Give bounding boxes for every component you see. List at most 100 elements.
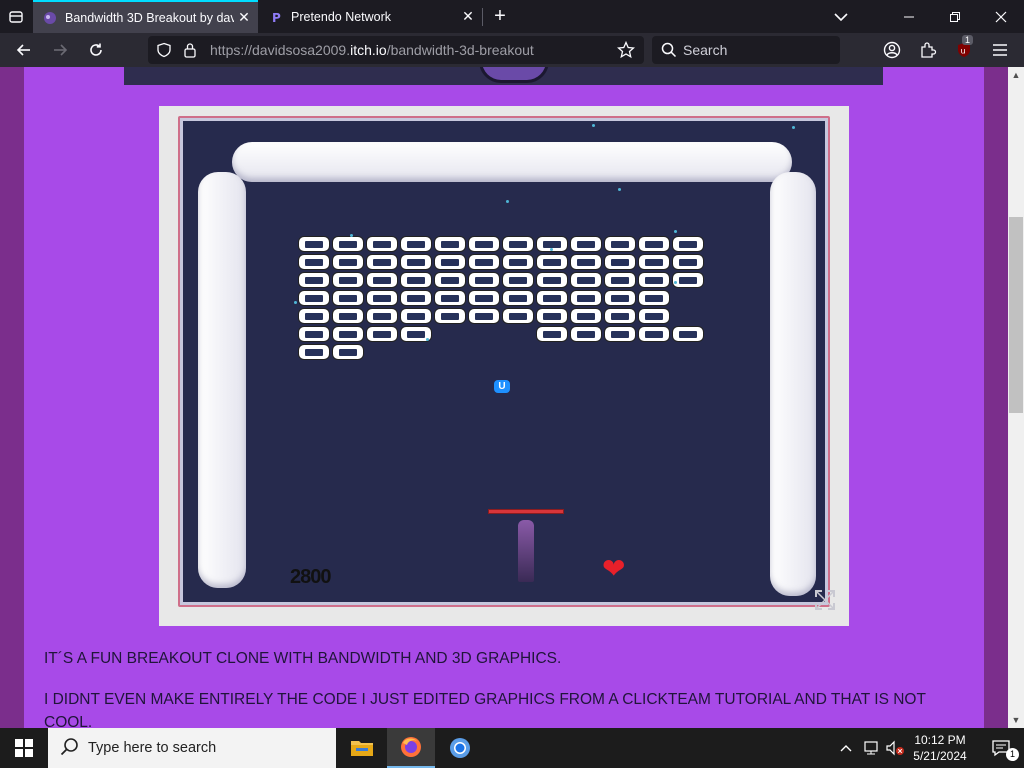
arrow-right-icon bbox=[54, 44, 68, 56]
brick bbox=[400, 308, 432, 324]
network-icon bbox=[864, 741, 878, 755]
brick bbox=[434, 290, 466, 306]
svg-text:u: u bbox=[961, 47, 966, 56]
brick bbox=[366, 236, 398, 252]
back-button[interactable] bbox=[10, 37, 38, 63]
brick bbox=[570, 254, 602, 270]
brick bbox=[468, 254, 500, 270]
brick bbox=[332, 290, 364, 306]
url-path: /bandwidth-3d-breakout bbox=[386, 42, 534, 58]
hamburger-menu-icon bbox=[993, 44, 1007, 56]
brick bbox=[298, 326, 330, 342]
brick bbox=[570, 308, 602, 324]
expand-icon bbox=[815, 590, 835, 610]
ublock-extension-button[interactable]: u 1 bbox=[950, 35, 978, 63]
brick bbox=[536, 308, 568, 324]
reload-icon bbox=[90, 43, 102, 56]
show-hidden-icons-button[interactable] bbox=[836, 728, 856, 768]
tab-list-icon bbox=[9, 11, 23, 23]
bookmark-star-icon[interactable] bbox=[617, 41, 635, 59]
description-line-2: I DIDNT EVEN MAKE ENTIRELY THE CODE I JU… bbox=[44, 691, 926, 728]
brick bbox=[638, 308, 670, 324]
app-menu-button[interactable] bbox=[986, 37, 1014, 63]
tab-pretendo-network[interactable]: P Pretendo Network ✕ bbox=[259, 0, 482, 33]
brick bbox=[672, 326, 704, 342]
shield-icon[interactable] bbox=[156, 42, 172, 58]
brick bbox=[434, 254, 466, 270]
reload-button[interactable] bbox=[82, 37, 110, 63]
lock-icon[interactable] bbox=[183, 42, 197, 58]
page-scrollbar[interactable]: ▲ ▼ bbox=[1008, 67, 1024, 728]
windows-taskbar: Type here to search 10:12 PM 5/21/2024 1 bbox=[0, 728, 1024, 768]
close-window-button[interactable] bbox=[978, 0, 1024, 33]
network-status-button[interactable] bbox=[860, 728, 882, 768]
brick bbox=[672, 236, 704, 252]
svg-text:P: P bbox=[272, 11, 281, 25]
brick bbox=[536, 254, 568, 270]
fullscreen-button[interactable] bbox=[810, 588, 840, 618]
brick bbox=[298, 308, 330, 324]
brick bbox=[638, 272, 670, 288]
game-embed-frame[interactable]: U ❤ 2800 bbox=[159, 106, 849, 626]
web-search-bar[interactable]: Search bbox=[652, 36, 840, 64]
url-domain: itch.io bbox=[350, 42, 387, 58]
account-button[interactable] bbox=[878, 37, 906, 63]
brick bbox=[400, 272, 432, 288]
file-explorer-button[interactable] bbox=[338, 728, 386, 768]
tab-title: Bandwidth 3D Breakout by david bbox=[65, 10, 234, 25]
star bbox=[426, 338, 429, 341]
brick bbox=[672, 254, 704, 270]
forward-button[interactable] bbox=[46, 37, 74, 63]
brick bbox=[604, 254, 636, 270]
brick bbox=[604, 272, 636, 288]
tab-overflow-button[interactable] bbox=[818, 0, 864, 33]
game-canvas[interactable]: U ❤ 2800 bbox=[178, 116, 830, 607]
url-text[interactable]: https://davidsosa2009.itch.io/bandwidth-… bbox=[210, 42, 534, 58]
new-tab-button[interactable]: + bbox=[489, 5, 511, 27]
brick bbox=[502, 236, 534, 252]
minimize-icon bbox=[904, 16, 914, 17]
star bbox=[792, 126, 795, 129]
chrome-taskbar-button[interactable] bbox=[436, 728, 484, 768]
pretendo-favicon-icon: P bbox=[272, 11, 281, 25]
web-page: U ❤ 2800 IT´S A FUN BREAKOUT CLONE WITH … bbox=[0, 67, 1008, 728]
extensions-button[interactable] bbox=[914, 37, 942, 63]
scroll-down-arrow-icon[interactable]: ▼ bbox=[1008, 712, 1024, 728]
brick bbox=[536, 326, 568, 342]
brick bbox=[468, 236, 500, 252]
brick bbox=[570, 290, 602, 306]
brick bbox=[672, 272, 704, 288]
restore-button[interactable] bbox=[932, 0, 978, 33]
brick bbox=[468, 272, 500, 288]
itch-favicon-icon bbox=[44, 11, 56, 24]
banner-character-art bbox=[479, 67, 549, 83]
tab-bandwidth-breakout[interactable]: Bandwidth 3D Breakout by david ✕ bbox=[33, 0, 258, 33]
address-bar[interactable]: https://davidsosa2009.itch.io/bandwidth-… bbox=[148, 36, 644, 64]
start-button[interactable] bbox=[0, 728, 48, 768]
brick bbox=[332, 236, 364, 252]
brick bbox=[332, 344, 364, 360]
brick bbox=[400, 254, 432, 270]
brick bbox=[434, 308, 466, 324]
brick bbox=[502, 308, 534, 324]
close-tab-icon[interactable]: ✕ bbox=[458, 8, 478, 25]
action-center-button[interactable]: 1 bbox=[978, 728, 1024, 768]
scrollbar-thumb[interactable] bbox=[1009, 217, 1023, 413]
brick bbox=[638, 236, 670, 252]
list-all-tabs-button[interactable] bbox=[4, 5, 28, 29]
minimize-button[interactable] bbox=[886, 0, 932, 33]
brick bbox=[502, 290, 534, 306]
taskbar-clock[interactable]: 10:12 PM 5/21/2024 bbox=[905, 732, 975, 764]
close-tab-icon[interactable]: ✕ bbox=[234, 9, 254, 26]
firefox-taskbar-button[interactable] bbox=[387, 728, 435, 768]
taskbar-search-box[interactable]: Type here to search bbox=[48, 728, 336, 768]
clock-date: 5/21/2024 bbox=[913, 749, 967, 763]
brick bbox=[638, 254, 670, 270]
brick bbox=[604, 290, 636, 306]
volume-button[interactable] bbox=[884, 728, 906, 768]
heart-icon: ❤ bbox=[602, 553, 626, 584]
scroll-up-arrow-icon[interactable]: ▲ bbox=[1008, 67, 1024, 83]
windows-logo-icon bbox=[15, 739, 33, 757]
brick bbox=[536, 272, 568, 288]
brick bbox=[298, 344, 330, 360]
